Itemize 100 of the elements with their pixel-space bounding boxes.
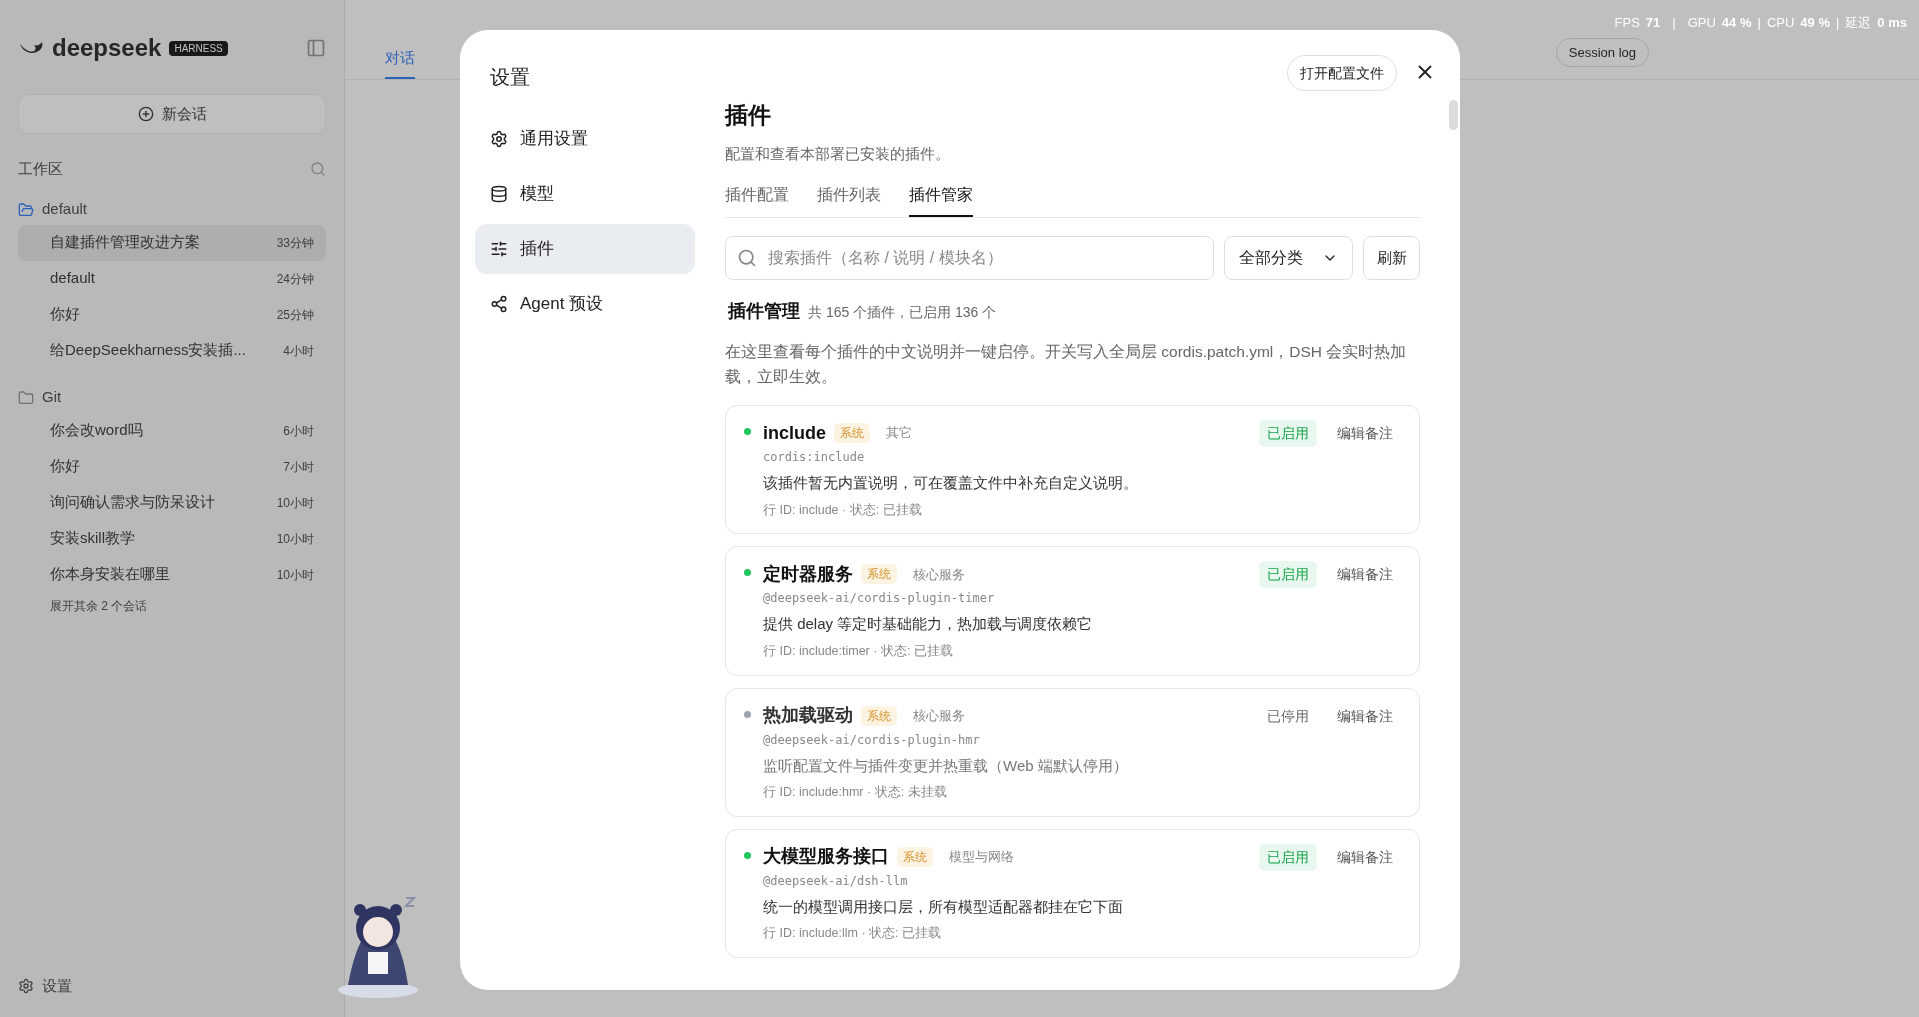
- plugin-description: 统一的模型调用接口层，所有模型适配器都挂在它下面: [763, 896, 1124, 917]
- module-name: cordis:include: [763, 449, 866, 466]
- tab[interactable]: 插件列表: [817, 183, 881, 217]
- chat-item[interactable]: 安装skill教学 10小时: [18, 520, 326, 557]
- chat-time: 10小时: [276, 494, 314, 512]
- chat-tab[interactable]: 对话: [385, 46, 415, 79]
- tab[interactable]: 插件管家: [909, 183, 973, 217]
- plugin-tag: 系统: [897, 846, 933, 867]
- chat-item[interactable]: 你本身安装在哪里 10小时: [18, 556, 326, 593]
- category-select[interactable]: 全部分类: [1224, 236, 1353, 280]
- more-chats-link[interactable]: 展开其余 2 个会话: [18, 596, 326, 615]
- section-subheading: 配置和查看本部署已安装的插件。: [725, 143, 951, 164]
- plugin-name: 热加载驱动: [763, 704, 853, 727]
- settings-label[interactable]: 设置: [42, 974, 72, 997]
- chat-item[interactable]: 你会改word吗 6小时: [18, 412, 326, 449]
- chat-title: 你好: [50, 304, 80, 325]
- edit-note-button[interactable]: 编辑备注: [1329, 561, 1401, 589]
- settings-icon[interactable]: [18, 977, 34, 994]
- plugin-category: 其它: [886, 424, 912, 443]
- gpu-label: GPU: [1687, 14, 1716, 32]
- module-name: @deepseek-ai/cordis-plugin-timer: [763, 590, 996, 608]
- plugin-category: 模型与网络: [949, 848, 1014, 866]
- latency-label: 延迟: [1845, 14, 1872, 32]
- folder-name[interactable]: Git: [42, 386, 62, 409]
- status-label: 已停用: [1266, 706, 1310, 726]
- search-icon: [737, 248, 757, 268]
- edit-note-button[interactable]: 编辑备注: [1329, 843, 1401, 871]
- search-icon[interactable]: [310, 161, 326, 178]
- chat-title: 安装skill教学: [50, 528, 135, 549]
- gear-icon: [490, 130, 508, 148]
- plugin-description: 提供 delay 等定时基础能力，热加载与调度依赖它: [763, 614, 1094, 635]
- chat-item[interactable]: 你好 25分钟: [18, 296, 326, 333]
- chat-title: 自建插件管理改进方案: [50, 232, 200, 253]
- fps-label: FPS: [1614, 14, 1640, 32]
- logo-badge: HARNESS: [169, 40, 228, 56]
- plus-circle-icon: [137, 106, 154, 122]
- chat-item[interactable]: 给DeepSeekharness安装插... 4小时: [18, 332, 326, 369]
- edit-note-button[interactable]: 编辑备注: [1329, 420, 1401, 447]
- cpu-label: CPU: [1766, 14, 1795, 32]
- gpu-value: 44 %: [1721, 14, 1752, 32]
- plugin-meta: 行 ID: include · 状态: 已挂载: [763, 501, 923, 519]
- nodes-icon: [490, 295, 508, 313]
- nav-item[interactable]: 通用设置: [475, 114, 695, 164]
- plugin-tag: 系统: [834, 423, 870, 443]
- plugin-meta: 行 ID: include:hmr · 状态: 未挂载: [763, 784, 948, 801]
- cpu-value: 49 %: [1800, 14, 1830, 32]
- chat-title: 你好: [50, 456, 80, 477]
- chat-time: 25分钟: [276, 306, 314, 324]
- sliders-icon: [490, 240, 508, 258]
- section-description: 在这里查看每个插件的中文说明并一键启停。开关写入全局层 cordis.patch.yml，DSH 会实时热加载，立即生效。: [725, 342, 1408, 387]
- chat-title: 给DeepSeekharness安装插...: [50, 340, 246, 361]
- refresh-button[interactable]: 刷新: [1363, 236, 1420, 280]
- chat-item[interactable]: default 24分钟: [18, 260, 326, 297]
- database-icon: [490, 185, 508, 203]
- plugin-meta: 行 ID: include:llm · 状态: 已挂载: [763, 925, 943, 943]
- chat-time: 24分钟: [276, 270, 314, 288]
- plugin-tag: 系统: [861, 564, 897, 585]
- panel-toggle-icon[interactable]: [306, 38, 326, 58]
- chat-time: 33分钟: [276, 234, 314, 252]
- chat-item[interactable]: 自建插件管理改进方案 33分钟: [18, 224, 326, 261]
- edit-note-button[interactable]: 编辑备注: [1329, 702, 1401, 730]
- nav-item[interactable]: 插件: [475, 224, 695, 274]
- tab[interactable]: 插件配置: [725, 183, 789, 217]
- plugin-name: 定时器服务: [763, 562, 853, 586]
- folder-name[interactable]: default: [42, 198, 88, 221]
- chat-item[interactable]: 询问确认需求与防呆设计 10小时: [18, 484, 326, 521]
- plugin-description: 监听配置文件与插件变更并热重载（Web 端默认停用）: [763, 755, 1129, 776]
- chat-time: 10小时: [276, 566, 314, 584]
- chat-title: 你本身安装在哪里: [50, 564, 170, 585]
- plugin-description: 该插件暂无内置说明，可在覆盖文件中补充自定义说明。: [763, 473, 1139, 493]
- workspace-label: 工作区: [18, 159, 63, 179]
- latency-value: 0 ms: [1877, 14, 1907, 32]
- dialog-title: 设置: [489, 65, 531, 90]
- section-title: 插件管理: [728, 300, 800, 323]
- chat-title: 询问确认需求与防呆设计: [50, 492, 215, 513]
- chat-item[interactable]: 你好 7小时: [18, 448, 326, 485]
- plugin-name: 大模型服务接口: [763, 845, 889, 869]
- chat-time: 10小时: [276, 530, 314, 548]
- nav-item[interactable]: Agent 预设: [475, 279, 695, 329]
- chat-time: 4小时: [283, 342, 314, 360]
- section-heading: 插件: [725, 101, 772, 130]
- chat-time: 7小时: [283, 458, 314, 476]
- chat-time: 6小时: [283, 422, 314, 440]
- plugin-tag: 系统: [861, 705, 897, 726]
- status-label: 已启用: [1259, 561, 1317, 589]
- open-config-button[interactable]: 打开配置文件: [1287, 55, 1397, 91]
- new-chat-button[interactable]: 新会话: [18, 94, 326, 134]
- module-name: @deepseek-ai/dsh-llm: [763, 872, 909, 890]
- status-label: 已启用: [1259, 843, 1317, 871]
- separator: |: [1757, 14, 1761, 32]
- separator: |: [1835, 14, 1840, 32]
- logo-text: deepseek: [52, 33, 162, 63]
- plugin-category: 核心服务: [913, 706, 965, 725]
- plugin-name: include: [763, 421, 826, 445]
- fps-value: 71: [1645, 14, 1661, 32]
- section-count: 共 165 个插件，已启用 136 个: [808, 303, 997, 322]
- search-field[interactable]: 搜索插件（名称 / 说明 / 模块名）: [725, 236, 1214, 280]
- status-label: 已启用: [1259, 420, 1317, 447]
- scrollbar-thumb[interactable]: [1449, 100, 1458, 130]
- nav-item[interactable]: 模型: [475, 169, 695, 219]
